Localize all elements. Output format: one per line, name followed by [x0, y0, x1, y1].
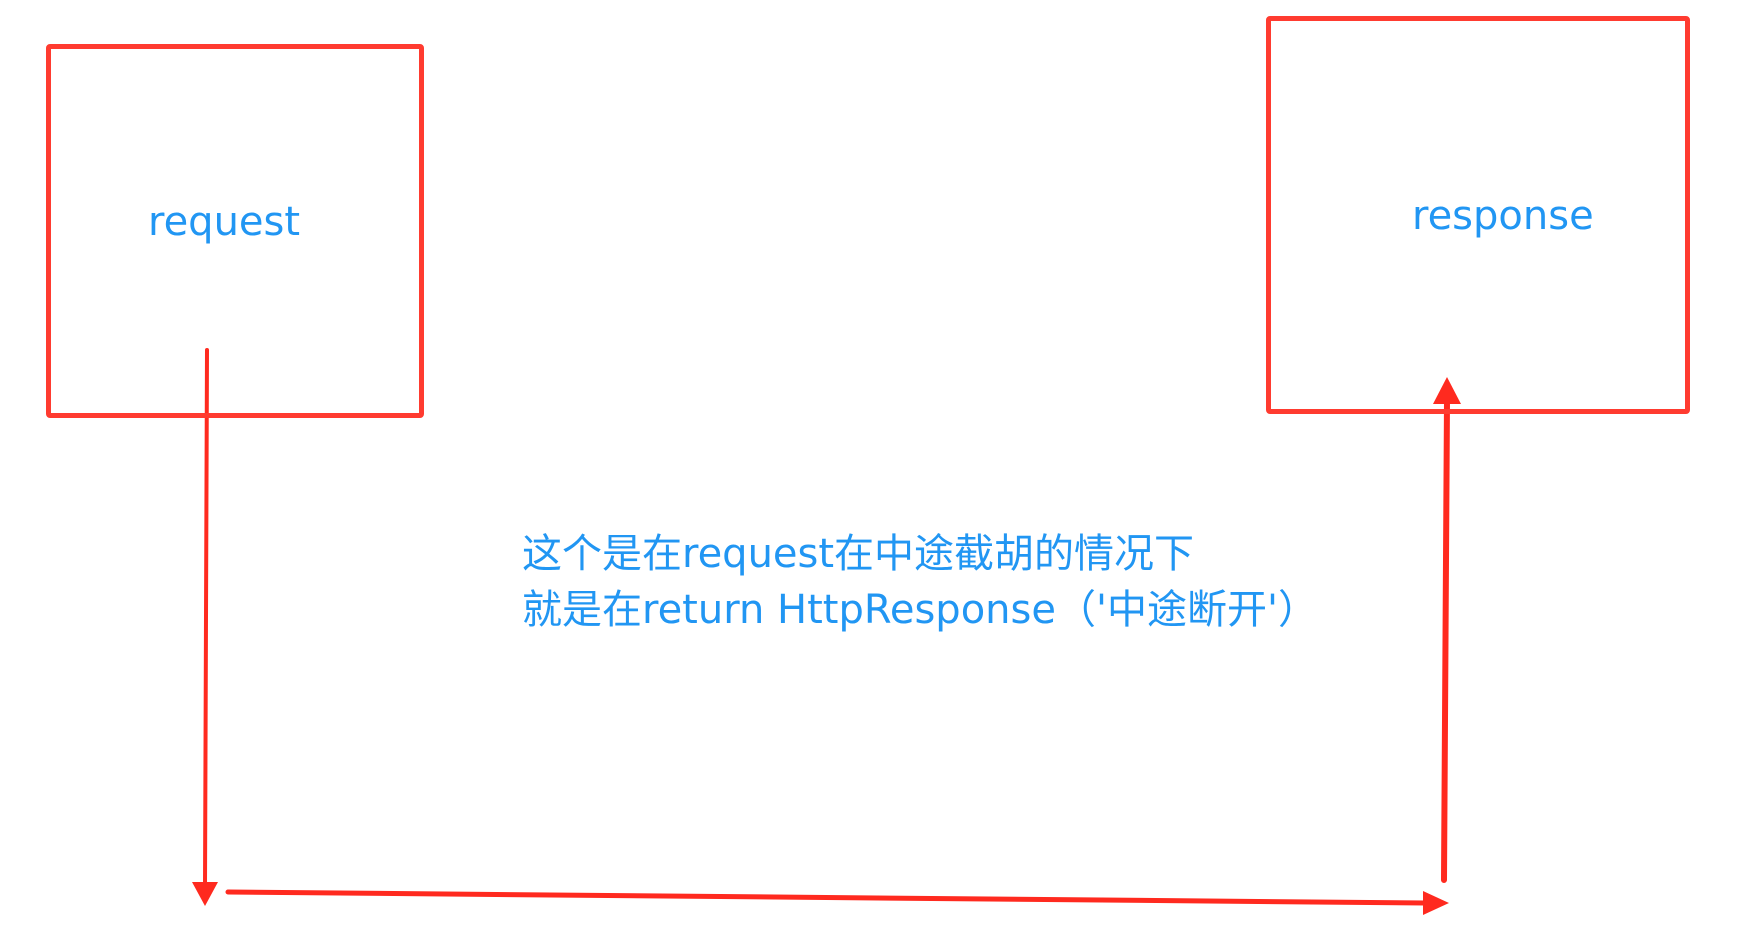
arrow-head-icon	[192, 882, 218, 906]
flow-diagram: request response 这个是在request在中途截胡的情况下 就是…	[0, 0, 1744, 927]
arrow-bottom-horizontal	[225, 889, 1449, 915]
annotation-line-1: 这个是在request在中途截胡的情况下	[522, 531, 1195, 577]
arrow-response-up	[1433, 377, 1461, 883]
annotation-line-2: 就是在return HttpResponse（'中途断开'）	[522, 587, 1318, 633]
arrow-request-down	[192, 348, 218, 906]
arrow-head-icon	[1423, 891, 1449, 915]
annotation-text: 这个是在request在中途截胡的情况下 就是在return HttpRespo…	[522, 526, 1318, 638]
response-label: response	[1412, 193, 1594, 239]
request-label: request	[148, 199, 301, 245]
